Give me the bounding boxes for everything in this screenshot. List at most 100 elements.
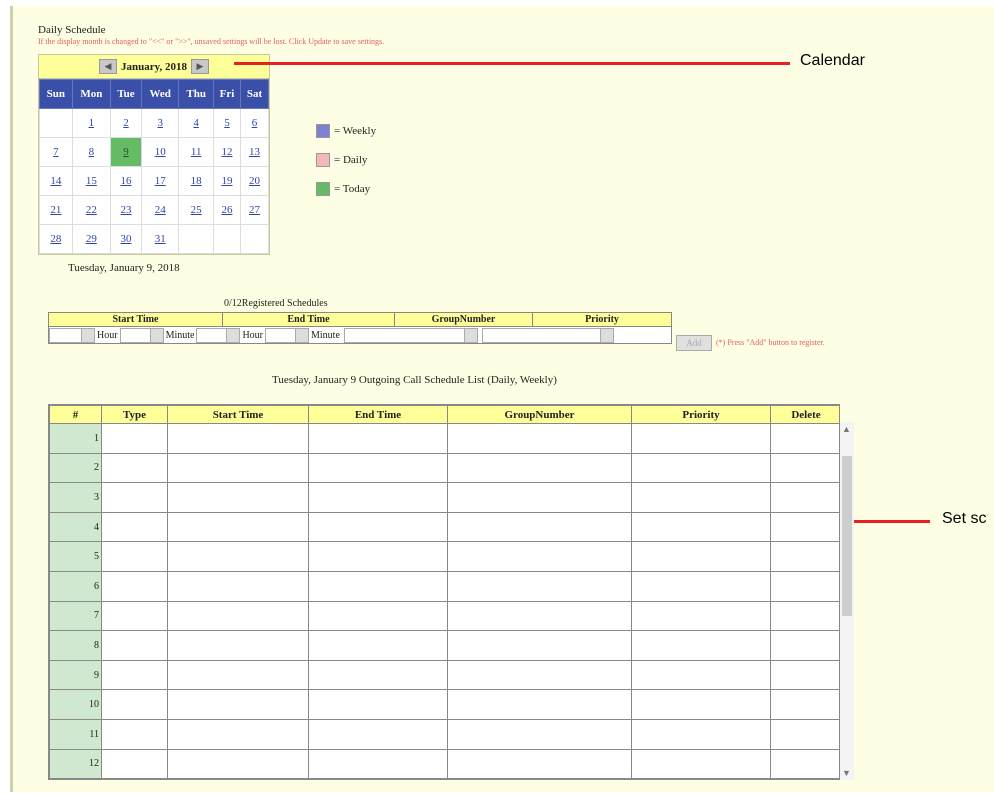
calendar-day[interactable]: 26 (212, 195, 241, 225)
calendar-day[interactable]: 19 (212, 166, 241, 196)
calendar-day[interactable]: 6 (239, 108, 270, 138)
calendar-day[interactable]: 14 (39, 166, 73, 196)
table-cell (770, 748, 839, 779)
table-cell (770, 452, 839, 484)
table-cell (447, 482, 632, 513)
table-row: 9 (49, 659, 839, 691)
scroll-up-icon[interactable]: ▲ (842, 424, 851, 434)
group-number-select[interactable] (343, 327, 478, 343)
end-hour-select[interactable] (196, 327, 241, 343)
legend-item: = Today (316, 174, 376, 203)
table-cell (447, 718, 632, 750)
scroll-down-icon[interactable]: ▼ (842, 768, 851, 778)
start-minute-select[interactable] (119, 327, 164, 343)
table-cell (101, 541, 168, 572)
priority-select[interactable] (481, 327, 614, 343)
table-cell (631, 541, 771, 572)
calendar-day[interactable]: 15 (71, 166, 111, 196)
start-hour-label: Hour (97, 329, 118, 341)
calendar-day[interactable]: 25 (178, 195, 214, 225)
calendar-weekday: Sat (239, 79, 270, 109)
calendar-day[interactable]: 2 (109, 108, 143, 138)
calendar-day[interactable]: 23 (109, 195, 143, 225)
next-month-icon[interactable]: ▶ (191, 59, 209, 74)
table-cell (167, 718, 309, 750)
calendar-empty-cell (239, 224, 270, 254)
row-number: 3 (49, 482, 102, 513)
row-number: 4 (49, 511, 102, 543)
table-cell (770, 689, 839, 720)
calendar-callout-label: Calendar (800, 52, 865, 69)
legend-item: = Daily (316, 145, 376, 174)
calendar-day[interactable]: 24 (141, 195, 180, 225)
table-cell (447, 511, 632, 543)
calendar-day[interactable]: 22 (71, 195, 111, 225)
table-cell (308, 689, 448, 720)
table-cell (770, 600, 839, 632)
calendar-day[interactable]: 30 (109, 224, 143, 254)
end-minute-select[interactable] (265, 327, 310, 343)
list-header-cell: Delete (770, 405, 839, 424)
calendar-day[interactable]: 13 (239, 137, 270, 167)
calendar-day[interactable]: 29 (71, 224, 111, 254)
legend-item: = Weekly (316, 116, 376, 145)
calendar-day[interactable]: 12 (212, 137, 241, 167)
table-cell (101, 630, 168, 661)
list-header-cell: # (49, 405, 102, 424)
table-cell (447, 600, 632, 632)
calendar-day[interactable]: 21 (39, 195, 73, 225)
table-cell (167, 423, 309, 454)
table-cell (631, 689, 771, 720)
table-cell (167, 600, 309, 632)
table-cell (631, 570, 771, 602)
table-cell (167, 748, 309, 779)
schedule-list-title: Tuesday, January 9 Outgoing Call Schedul… (272, 374, 557, 386)
legend-label: = Weekly (334, 124, 377, 137)
calendar-day[interactable]: 16 (109, 166, 143, 196)
calendar-day[interactable]: 28 (39, 224, 73, 254)
form-header-end: End Time (223, 313, 395, 326)
table-row: 1 (49, 423, 839, 454)
scroll-thumb[interactable] (842, 456, 852, 616)
calendar-day[interactable]: 8 (71, 137, 111, 167)
calendar-day[interactable]: 9 (109, 137, 143, 167)
table-cell (631, 511, 771, 543)
table-cell (447, 689, 632, 720)
table-cell (631, 718, 771, 750)
calendar-day[interactable]: 1 (71, 108, 111, 138)
add-button[interactable]: Add (676, 335, 712, 351)
calendar-day[interactable]: 20 (239, 166, 270, 196)
calendar-month-label: January, 2018 (120, 60, 187, 73)
table-cell (308, 423, 448, 454)
prev-month-icon[interactable]: ◀ (98, 59, 117, 74)
table-cell (770, 482, 839, 513)
list-scrollbar[interactable]: ▲ ▼ (840, 422, 854, 780)
table-row: 6 (49, 570, 839, 602)
calendar-day[interactable]: 4 (178, 108, 214, 138)
calendar-day[interactable]: 31 (141, 224, 180, 254)
list-header-cell: Priority (631, 405, 771, 424)
calendar-weekday: Sun (39, 79, 73, 109)
calendar-day[interactable]: 10 (141, 137, 180, 167)
table-cell (167, 511, 309, 543)
calendar-day[interactable]: 7 (39, 137, 73, 167)
table-cell (308, 452, 448, 484)
start-hour-select[interactable] (49, 327, 95, 343)
calendar-day[interactable]: 17 (141, 166, 180, 196)
calendar-day[interactable]: 18 (178, 166, 214, 196)
add-hint: (*) Press "Add" button to register. (716, 338, 825, 347)
end-hour-label: Hour (242, 329, 264, 341)
table-cell (308, 630, 448, 661)
table-cell (308, 600, 448, 632)
calendar-day[interactable]: 5 (212, 108, 241, 138)
table-cell (447, 659, 632, 691)
table-cell (101, 689, 168, 720)
calendar-day[interactable]: 27 (239, 195, 270, 225)
form-header-priority: Priority (585, 314, 619, 325)
selected-date: Tuesday, January 9, 2018 (68, 262, 180, 274)
registered-count: 0/12Registered Schedules (224, 298, 328, 309)
table-cell (101, 748, 168, 779)
table-cell (631, 630, 771, 661)
calendar-day[interactable]: 3 (141, 108, 180, 138)
calendar-day[interactable]: 11 (178, 137, 214, 167)
